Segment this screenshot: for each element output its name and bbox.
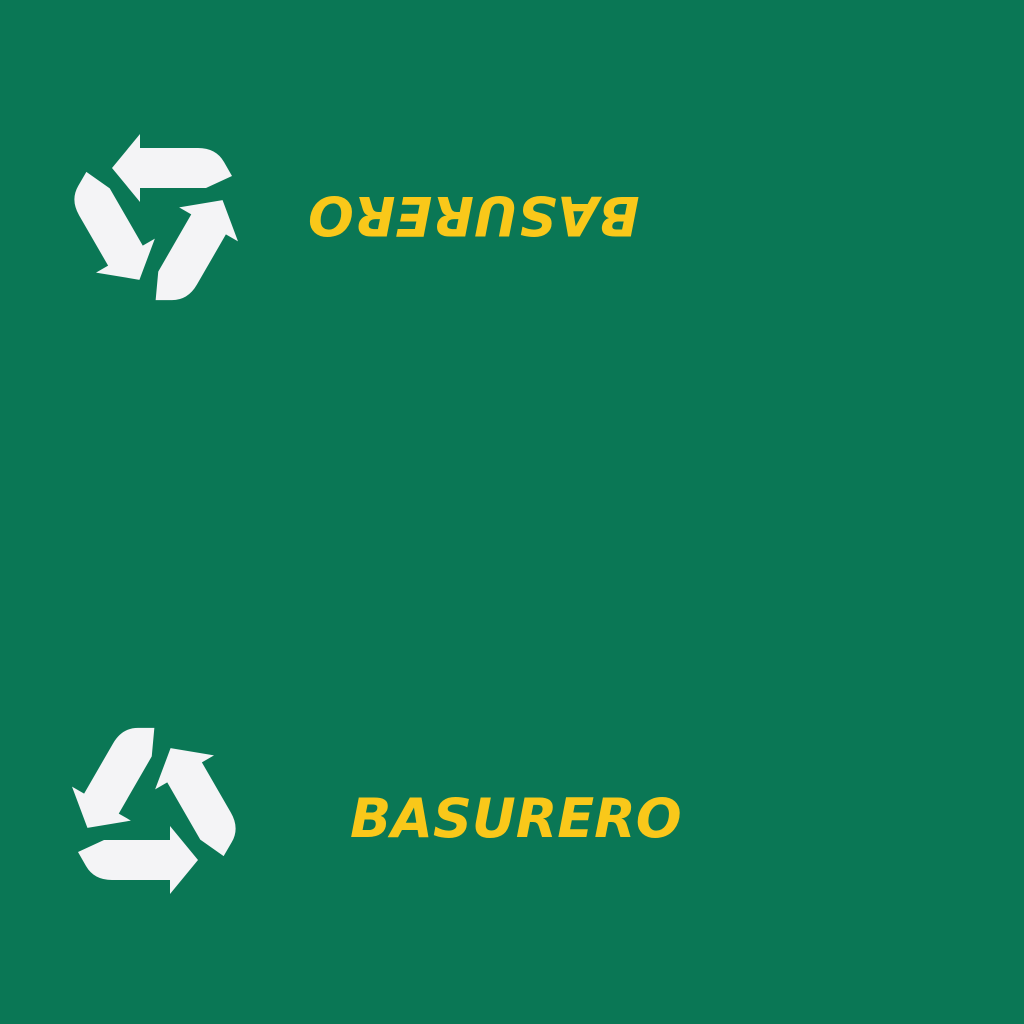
- bottom-sign-label: BASURERO: [350, 787, 682, 850]
- top-sign-label: BASURERO: [308, 184, 640, 247]
- recycle-icon: [68, 126, 248, 306]
- recycle-icon: [62, 722, 242, 902]
